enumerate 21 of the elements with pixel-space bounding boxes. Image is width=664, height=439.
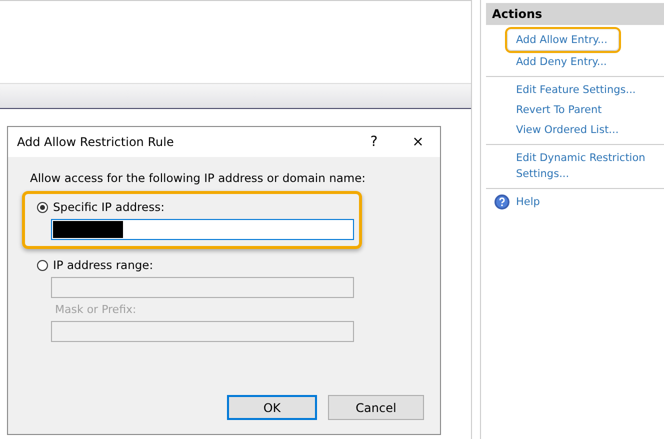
- action-link[interactable]: Add Deny Entry...: [486, 52, 664, 72]
- action-link[interactable]: Add Allow Entry...: [508, 30, 618, 50]
- radio-label: IP address range:: [53, 258, 154, 272]
- help-icon: [494, 194, 510, 210]
- radio-button[interactable]: [37, 202, 48, 212]
- action-link[interactable]: Help: [486, 192, 664, 212]
- actions-header: Actions: [486, 3, 664, 25]
- field-label: Mask or Prefix:: [55, 303, 138, 316]
- action-link[interactable]: Revert To Parent: [486, 100, 664, 120]
- radio-button[interactable]: [37, 260, 48, 270]
- ok-button[interactable]: OK: [227, 395, 317, 420]
- prompt-text: Allow access for the following IP address or domain name:: [30, 171, 367, 185]
- cancel-button[interactable]: Cancel: [328, 395, 424, 420]
- action-link[interactable]: View Ordered List...: [486, 120, 664, 140]
- dialog-title: Add Allow Restriction Rule: [17, 135, 175, 149]
- close-button[interactable]: ×: [396, 134, 440, 150]
- action-link[interactable]: Edit Dynamic Restriction Settings...: [486, 148, 664, 184]
- radio-label: Specific IP address:: [53, 200, 164, 214]
- ip-field[interactable]: [51, 219, 354, 240]
- action-link[interactable]: Edit Feature Settings...: [486, 80, 664, 100]
- help-button[interactable]: ?: [352, 134, 396, 150]
